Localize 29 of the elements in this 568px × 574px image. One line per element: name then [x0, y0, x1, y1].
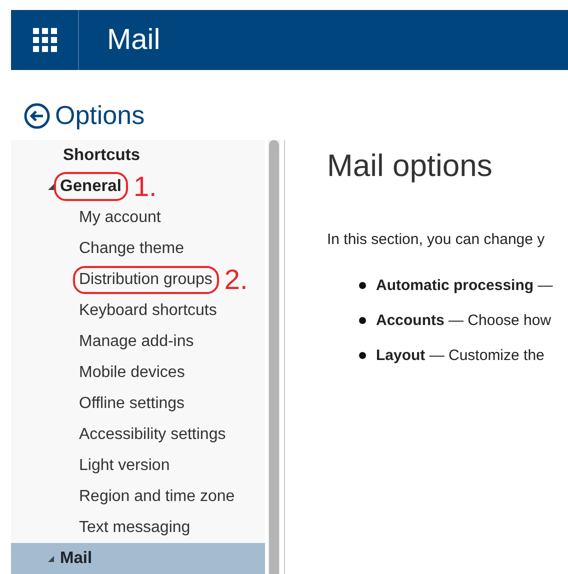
back-link[interactable]: Options	[24, 100, 145, 131]
nav-item[interactable]: Distribution groups	[79, 270, 212, 288]
bullet-icon	[359, 282, 366, 289]
app-title: Mail	[107, 24, 160, 56]
nav-item[interactable]: Accessibility settings	[79, 426, 226, 442]
nav-item[interactable]: Keyboard shortcuts	[79, 302, 217, 318]
annotation-number: 1.	[133, 170, 157, 202]
nav-section[interactable]: Mail	[60, 549, 92, 567]
nav-item[interactable]: My account	[79, 208, 161, 226]
bullet-icon	[359, 317, 366, 324]
nav-item[interactable]: Change theme	[79, 240, 184, 256]
expand-triangle-icon[interactable]	[48, 556, 54, 562]
intro-text: In this section, you can change y	[327, 231, 546, 248]
bullet-text: Layout — Customize the	[376, 347, 544, 364]
bullet-text: Accounts — Choose how	[376, 312, 552, 329]
nav-item[interactable]: Light version	[79, 456, 170, 474]
bullet-icon	[359, 352, 366, 359]
nav-item[interactable]: Text messaging	[79, 518, 190, 536]
nav-section[interactable]: Shortcuts	[63, 146, 140, 164]
nav-item[interactable]: Manage add-ins	[79, 332, 194, 350]
annotation-number: 2.	[224, 264, 248, 296]
selected-nav-row[interactable]: Mail	[11, 543, 265, 574]
nav-item[interactable]: Region and time zone	[79, 488, 235, 504]
expand-triangle-icon[interactable]	[48, 184, 54, 190]
nav-item[interactable]: Offline settings	[79, 394, 185, 412]
bullet-text: Automatic processing —	[376, 277, 553, 294]
nav-section[interactable]: General	[60, 177, 122, 195]
page-heading: Mail options	[327, 148, 494, 184]
nav-item[interactable]: Mobile devices	[79, 364, 185, 380]
